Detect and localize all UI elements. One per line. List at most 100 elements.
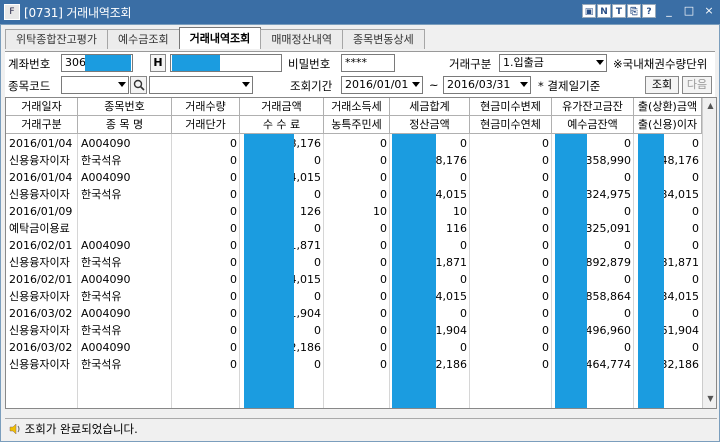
column-header[interactable]: 거래수량: [172, 98, 240, 116]
table-cell[interactable]: 한국석유: [78, 356, 172, 373]
table-cell[interactable]: A004090: [78, 305, 172, 322]
table-cell[interactable]: 0: [324, 220, 390, 237]
table-cell[interactable]: 0: [324, 288, 390, 305]
table-cell[interactable]: 0: [172, 135, 240, 152]
tab-item[interactable]: 거래내역조회: [178, 27, 262, 49]
table-cell[interactable]: 0: [324, 186, 390, 203]
column-header[interactable]: 수 수 료: [240, 116, 324, 134]
column-header[interactable]: 거래일자: [6, 98, 78, 116]
minimize-icon[interactable]: _: [662, 4, 676, 18]
table-cell[interactable]: 0: [470, 288, 552, 305]
table-cell[interactable]: 0: [470, 271, 552, 288]
table-cell[interactable]: 0: [172, 237, 240, 254]
table-cell[interactable]: 0: [470, 237, 552, 254]
column-header[interactable]: 종목번호: [78, 98, 172, 116]
table-cell[interactable]: A004090: [78, 339, 172, 356]
table-cell[interactable]: 2016/03/02: [6, 305, 78, 322]
column-header[interactable]: 거래구분: [6, 116, 78, 134]
table-cell[interactable]: 0: [470, 220, 552, 237]
table-cell[interactable]: [78, 203, 172, 220]
table-cell[interactable]: 0: [172, 356, 240, 373]
table-cell[interactable]: 2016/01/09: [6, 203, 78, 220]
table-cell[interactable]: 0: [470, 152, 552, 169]
column-header[interactable]: 현금미수연체: [470, 116, 552, 134]
column-header[interactable]: 거래단가: [172, 116, 240, 134]
table-cell[interactable]: 0: [172, 254, 240, 271]
table-cell[interactable]: 0: [172, 186, 240, 203]
next-button[interactable]: 다음: [682, 76, 712, 94]
table-cell[interactable]: A004090: [78, 169, 172, 186]
table-cell[interactable]: 0: [172, 305, 240, 322]
table-cell[interactable]: 0: [324, 254, 390, 271]
table-cell[interactable]: 0: [470, 169, 552, 186]
stock-name-select[interactable]: [149, 76, 253, 94]
table-cell[interactable]: 0: [324, 271, 390, 288]
table-cell[interactable]: 2016/02/01: [6, 271, 78, 288]
table-cell[interactable]: [78, 220, 172, 237]
table-cell[interactable]: 0: [172, 152, 240, 169]
table-cell[interactable]: 0: [324, 237, 390, 254]
table-cell[interactable]: 한국석유: [78, 152, 172, 169]
column-header[interactable]: 예수금잔액: [552, 116, 634, 134]
date-to-field[interactable]: 2016/03/31: [443, 76, 531, 94]
table-cell[interactable]: 0: [470, 305, 552, 322]
table-cell[interactable]: 0: [172, 322, 240, 339]
title-tool-button[interactable]: ▣: [582, 4, 596, 18]
table-cell[interactable]: A004090: [78, 237, 172, 254]
table-cell[interactable]: A004090: [78, 271, 172, 288]
table-cell[interactable]: 0: [172, 339, 240, 356]
column-header[interactable]: 유가잔고금잔: [552, 98, 634, 116]
account-h-button[interactable]: H: [150, 54, 166, 72]
column-header[interactable]: 종 목 명: [78, 116, 172, 134]
trade-type-select[interactable]: 1.입출금: [499, 54, 607, 72]
table-cell[interactable]: 0: [324, 322, 390, 339]
table-cell[interactable]: 0: [172, 271, 240, 288]
column-header[interactable]: 거래소득세: [324, 98, 390, 116]
table-cell[interactable]: 0: [172, 169, 240, 186]
stock-search-button[interactable]: [130, 76, 147, 94]
table-cell[interactable]: 한국석유: [78, 288, 172, 305]
title-tool-button[interactable]: N: [597, 4, 611, 18]
vertical-scrollbar[interactable]: ▲ ▼: [702, 98, 716, 408]
date-from-field[interactable]: 2016/01/01: [341, 76, 423, 94]
table-cell[interactable]: 0: [172, 203, 240, 220]
column-header[interactable]: 정산금액: [390, 116, 470, 134]
table-cell[interactable]: 0: [470, 356, 552, 373]
table-cell[interactable]: 0: [470, 254, 552, 271]
table-cell[interactable]: 한국석유: [78, 322, 172, 339]
table-cell[interactable]: 0: [172, 288, 240, 305]
column-header[interactable]: 세금합계: [390, 98, 470, 116]
scroll-up-icon[interactable]: ▲: [704, 99, 716, 113]
title-tool-button[interactable]: ?: [642, 4, 656, 18]
table-cell[interactable]: 2016/01/04: [6, 135, 78, 152]
password-field[interactable]: ****: [341, 54, 395, 72]
table-cell[interactable]: 2016/02/01: [6, 237, 78, 254]
table-cell[interactable]: 0: [470, 203, 552, 220]
tab-item[interactable]: 예수금조회: [106, 29, 180, 49]
search-button[interactable]: 조회: [645, 76, 679, 94]
maximize-icon[interactable]: □: [682, 4, 696, 18]
table-cell[interactable]: 한국석유: [78, 186, 172, 203]
close-icon[interactable]: ×: [702, 4, 716, 18]
table-cell[interactable]: 한국석유: [78, 254, 172, 271]
column-header[interactable]: 현금미수변제: [470, 98, 552, 116]
table-cell[interactable]: 신용융자이자: [6, 254, 78, 271]
table-cell[interactable]: 0: [324, 169, 390, 186]
table-cell[interactable]: 0: [470, 339, 552, 356]
column-header[interactable]: 출(신용)이자: [634, 116, 702, 134]
table-cell[interactable]: 10: [324, 203, 390, 220]
table-cell[interactable]: 0: [324, 305, 390, 322]
table-cell[interactable]: 신용융자이자: [6, 152, 78, 169]
tab-item[interactable]: 매매정산내역: [260, 29, 344, 49]
table-cell[interactable]: 신용융자이자: [6, 322, 78, 339]
table-cell[interactable]: 0: [324, 356, 390, 373]
title-tool-button[interactable]: T: [612, 4, 626, 18]
table-cell[interactable]: 신용융자이자: [6, 356, 78, 373]
table-cell[interactable]: 0: [470, 186, 552, 203]
stock-code-select[interactable]: [61, 76, 129, 94]
table-cell[interactable]: 2016/03/02: [6, 339, 78, 356]
table-cell[interactable]: 0: [470, 135, 552, 152]
table-cell[interactable]: 0: [324, 152, 390, 169]
column-header[interactable]: 농특주민세: [324, 116, 390, 134]
table-cell[interactable]: 신용융자이자: [6, 186, 78, 203]
